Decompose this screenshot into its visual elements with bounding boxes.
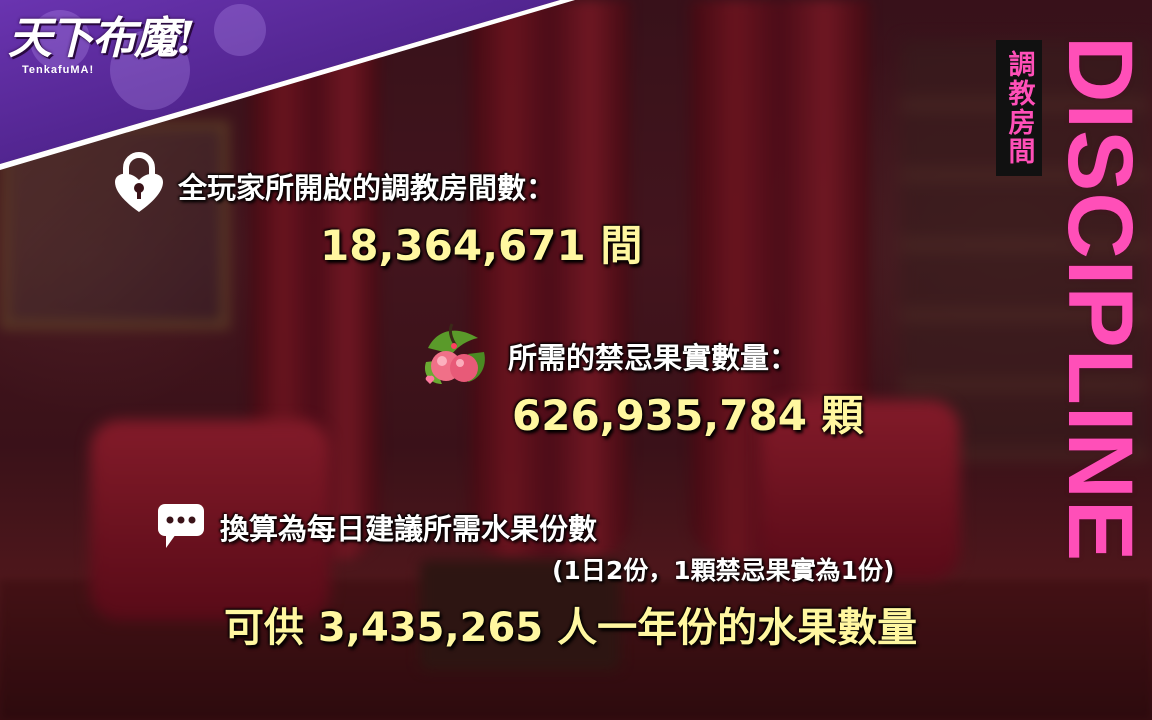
logo-subtitle: TenkafuMA! [22,64,95,76]
discipline-title: DISCIPLINE [1048,36,1152,696]
rooms-value: 18,364,671 間 [320,221,643,270]
conversion-label: 換算為每日建議所需水果份數 [220,512,598,546]
logo-title: 天下布魔! [8,13,195,64]
lock-icon [115,152,163,212]
section-tag-text: 調教房間 [1003,50,1035,166]
conversion-result: 可供 3,435,265 人一年份的水果數量 [224,605,918,651]
game-logo: 天下布魔! TenkafuMA! [8,13,208,77]
conversion-note: (1日2份，1顆禁忌果實為1份) [552,556,895,585]
rooms-label: 全玩家所開啟的調教房間數： [178,171,556,205]
fruit-label: 所需的禁忌果實數量： [508,341,799,375]
discipline-title-text: DISCIPLINE [1049,36,1151,563]
chat-bubble-icon [158,504,204,548]
forbidden-fruit-icon [424,323,485,384]
fruit-value: 626,935,784 顆 [512,391,864,440]
section-tag: 調教房間 [996,40,1042,176]
